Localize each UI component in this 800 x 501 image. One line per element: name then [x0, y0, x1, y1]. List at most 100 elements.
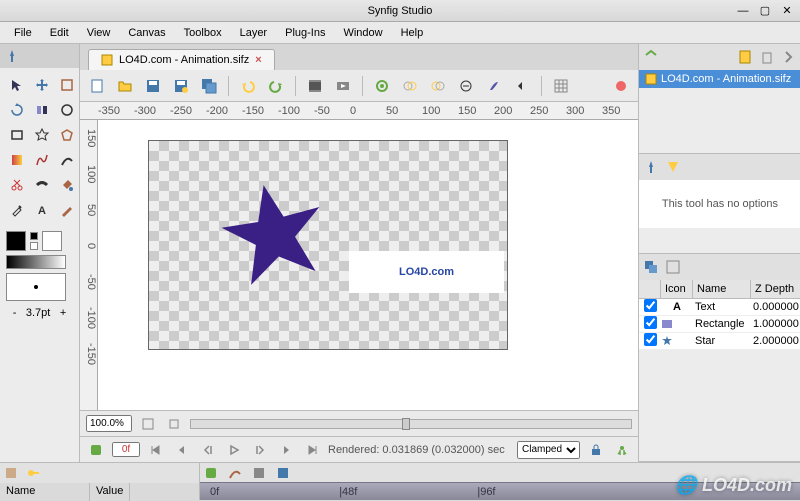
draw-tool[interactable]	[56, 149, 78, 171]
redo-button[interactable]	[265, 75, 287, 97]
rectangle-layer[interactable]: LO4D.com	[349, 251, 504, 293]
canvas-viewport[interactable]: LO4D.com	[98, 120, 638, 410]
seek-prev-kf-button[interactable]	[172, 440, 192, 460]
close-tab-button[interactable]: ×	[255, 54, 261, 66]
layer-visible-checkbox[interactable]	[644, 333, 657, 346]
canvas-browser-new-icon[interactable]	[737, 49, 753, 65]
polygon-tool[interactable]	[56, 124, 78, 146]
layer-row-text[interactable]: A Text 0.000000	[639, 299, 800, 316]
menu-plugins[interactable]: Plug-Ins	[277, 24, 333, 42]
star-tool[interactable]	[31, 124, 53, 146]
timeline-tab-palette-icon[interactable]	[276, 466, 290, 480]
minimize-button[interactable]: —	[736, 4, 750, 18]
mirror-tool[interactable]	[31, 99, 53, 121]
preview-button[interactable]	[332, 75, 354, 97]
feather-button[interactable]	[483, 75, 505, 97]
render-button[interactable]	[304, 75, 326, 97]
menu-layer[interactable]: Layer	[232, 24, 276, 42]
canvas-browser-item[interactable]: LO4D.com - Animation.sifz	[639, 70, 800, 88]
play-button[interactable]	[224, 440, 244, 460]
reset-colors[interactable]	[30, 232, 38, 240]
zoom-slider[interactable]	[190, 419, 632, 429]
spline-tool[interactable]	[31, 149, 53, 171]
onion-settings-button[interactable]	[455, 75, 477, 97]
layer-visible-checkbox[interactable]	[644, 299, 657, 312]
seek-next-frame-button[interactable]	[250, 440, 270, 460]
open-file-button[interactable]	[114, 75, 136, 97]
cut-tool[interactable]	[6, 174, 28, 196]
zoom-fit-button[interactable]	[138, 414, 158, 434]
zoom-100-button[interactable]	[164, 414, 184, 434]
params-tab2-icon[interactable]	[26, 466, 40, 480]
past-keyframe-button[interactable]	[511, 75, 533, 97]
gradient-tool[interactable]	[6, 149, 28, 171]
seek-start-button[interactable]	[146, 440, 166, 460]
sketch-tool[interactable]	[56, 199, 78, 221]
fg-color-swatch[interactable]	[6, 231, 26, 251]
eyedropper-tool[interactable]	[6, 199, 28, 221]
canvas-browser-home-icon[interactable]	[643, 49, 659, 65]
menu-file[interactable]: File	[6, 24, 40, 42]
grid-button[interactable]	[550, 75, 572, 97]
frame-input[interactable]	[112, 442, 140, 457]
layers-tab2-icon[interactable]	[665, 259, 681, 275]
fill-tool[interactable]	[56, 174, 78, 196]
menu-edit[interactable]: Edit	[42, 24, 77, 42]
interpolation-select[interactable]: Clamped	[517, 441, 580, 459]
maximize-button[interactable]: ▢	[758, 4, 772, 18]
layers-tab-icon[interactable]	[643, 259, 659, 275]
new-file-button[interactable]	[86, 75, 108, 97]
seek-end-button[interactable]	[302, 440, 322, 460]
timeline-tab-curves-icon[interactable]	[228, 466, 242, 480]
gradient-swatch[interactable]	[6, 255, 66, 269]
brush-inc[interactable]: +	[60, 307, 66, 319]
timeline-tab-history-icon[interactable]	[252, 466, 266, 480]
bg-color-swatch[interactable]	[42, 231, 62, 251]
keyframe-lock-button[interactable]	[586, 440, 606, 460]
brush-preview[interactable]	[6, 273, 66, 301]
move-tool[interactable]	[31, 74, 53, 96]
timeline-tab-keyframes-icon[interactable]	[204, 466, 218, 480]
onion-next-button[interactable]	[427, 75, 449, 97]
document-tab[interactable]: LO4D.com - Animation.sifz ×	[88, 49, 275, 70]
zoom-input[interactable]	[86, 415, 132, 432]
width-tool[interactable]	[31, 174, 53, 196]
swap-colors[interactable]	[30, 242, 38, 250]
scale-tool[interactable]	[56, 74, 78, 96]
canvas-browser-delete-icon[interactable]	[759, 49, 775, 65]
record-button[interactable]	[610, 75, 632, 97]
animate-mode-button[interactable]	[612, 440, 632, 460]
close-button[interactable]: ✕	[780, 4, 794, 18]
seek-prev-frame-button[interactable]	[198, 440, 218, 460]
undo-button[interactable]	[237, 75, 259, 97]
menu-window[interactable]: Window	[335, 24, 390, 42]
save-as-button[interactable]	[170, 75, 192, 97]
params-tab-icon[interactable]	[4, 466, 18, 480]
chevron-right-icon[interactable]	[781, 49, 797, 65]
layer-row-rectangle[interactable]: Rectangle 1.000000	[639, 316, 800, 333]
menu-help[interactable]: Help	[393, 24, 432, 42]
animate-toggle[interactable]	[86, 440, 106, 460]
tool-options-tab2-icon[interactable]	[665, 159, 681, 175]
rectangle-tool[interactable]	[6, 124, 28, 146]
star-layer[interactable]	[219, 179, 329, 289]
menu-canvas[interactable]: Canvas	[120, 24, 173, 42]
layer-visible-checkbox[interactable]	[644, 316, 657, 329]
transform-tool[interactable]	[6, 74, 28, 96]
timeline-track[interactable]: 0f |48f |96f	[200, 482, 800, 500]
tool-options-tab-icon[interactable]	[643, 159, 659, 175]
toolbox-tab-icon[interactable]	[4, 48, 20, 64]
text-layer[interactable]: LO4D.com	[399, 266, 454, 278]
circle-tool[interactable]	[56, 99, 78, 121]
save-all-button[interactable]	[198, 75, 220, 97]
onion-prev-button[interactable]	[399, 75, 421, 97]
save-button[interactable]	[142, 75, 164, 97]
text-tool[interactable]: A	[31, 199, 53, 221]
menu-toolbox[interactable]: Toolbox	[176, 24, 230, 42]
layer-row-star[interactable]: Star 2.000000	[639, 333, 800, 350]
rotate-tool[interactable]	[6, 99, 28, 121]
brush-dec[interactable]: -	[13, 307, 17, 319]
menu-view[interactable]: View	[79, 24, 119, 42]
seek-next-kf-button[interactable]	[276, 440, 296, 460]
onion-skin-button[interactable]	[371, 75, 393, 97]
